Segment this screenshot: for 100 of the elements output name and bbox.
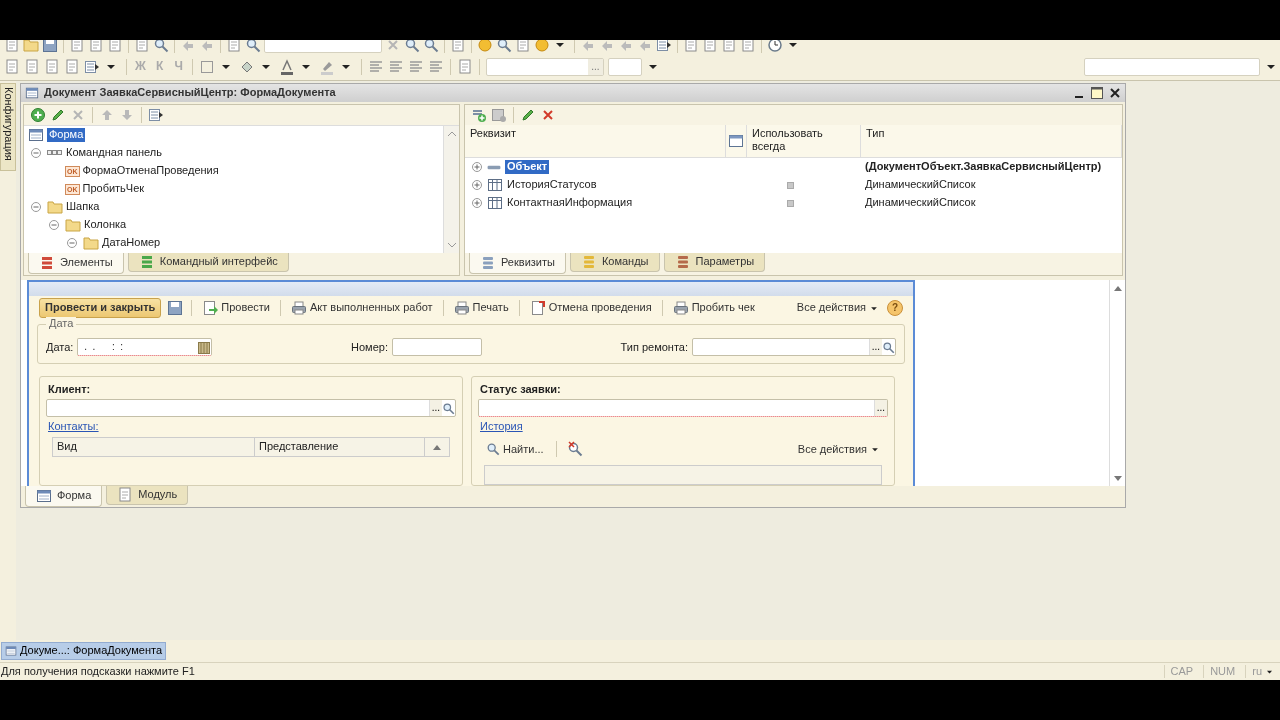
expand-icon[interactable]	[471, 161, 483, 173]
link[interactable]: История	[476, 420, 527, 434]
add-row-icon[interactable]	[471, 107, 487, 123]
page-icon[interactable]	[69, 40, 85, 53]
search-icon[interactable]	[423, 40, 439, 53]
collapse-icon[interactable]	[30, 201, 42, 213]
page-icon[interactable]	[721, 40, 737, 53]
list-icon[interactable]	[148, 107, 164, 123]
tab[interactable]: Модуль	[106, 486, 189, 505]
page-icon[interactable]	[450, 40, 466, 53]
input-field[interactable]: . . : :	[77, 338, 213, 357]
all-actions-button[interactable]: Все действия	[795, 442, 882, 456]
tree-item[interactable]: Форма	[47, 128, 86, 142]
tab[interactable]: Форма	[25, 486, 103, 507]
tree-item[interactable]: Командная панель	[66, 146, 162, 160]
align-icon[interactable]	[368, 58, 385, 75]
tab[interactable]: Реквизиты	[469, 253, 566, 274]
page-icon[interactable]	[457, 58, 474, 75]
column-header[interactable]: Реквизит	[465, 125, 726, 157]
search-icon[interactable]	[153, 40, 169, 53]
page-icon[interactable]	[702, 40, 718, 53]
align-icon[interactable]	[408, 58, 425, 75]
combo-field[interactable]	[264, 40, 382, 53]
page-icon[interactable]	[134, 40, 150, 53]
grid-icon[interactable]	[491, 107, 507, 123]
attribute-name[interactable]: Объект	[505, 160, 550, 174]
column-header[interactable]: Представление	[255, 438, 425, 457]
calendar-icon[interactable]	[197, 340, 212, 355]
collapse-icon[interactable]	[66, 237, 78, 249]
expand-icon[interactable]	[471, 179, 483, 191]
list-icon[interactable]	[84, 58, 100, 75]
select-button[interactable]: ...	[873, 400, 887, 417]
search-icon[interactable]	[442, 401, 455, 415]
attribute-name[interactable]: КонтактнаяИнформация	[507, 196, 633, 210]
tab[interactable]: Командный интерфейс	[127, 253, 289, 272]
align-icon[interactable]	[388, 58, 405, 75]
scrollbar[interactable]	[1109, 280, 1125, 486]
clock-icon[interactable]	[767, 40, 783, 53]
page-icon[interactable]	[4, 40, 20, 53]
more-button[interactable]: ...	[588, 58, 603, 75]
select-button[interactable]: ...	[868, 339, 882, 356]
search-icon[interactable]	[882, 340, 895, 354]
page-icon[interactable]	[88, 40, 104, 53]
scrollbar[interactable]	[443, 126, 459, 253]
all-actions-button[interactable]: Все действия	[794, 301, 881, 315]
collapse-icon[interactable]	[30, 147, 42, 159]
pencil-icon[interactable]	[50, 107, 66, 123]
tab[interactable]: Элементы	[28, 253, 124, 274]
page-icon[interactable]	[226, 40, 242, 53]
pencil-icon[interactable]	[520, 107, 536, 123]
input-field[interactable]: ...	[46, 399, 456, 418]
column-header[interactable]: Использовать всегда	[747, 125, 861, 157]
find-button[interactable]: Найти...	[484, 442, 546, 457]
search-icon[interactable]	[496, 40, 512, 53]
search-icon[interactable]	[404, 40, 420, 53]
list-icon[interactable]	[656, 40, 672, 53]
page-icon[interactable]	[740, 40, 756, 53]
tree-item[interactable]: ПробитьЧек	[82, 182, 145, 196]
color-bar-icon[interactable]	[279, 58, 296, 75]
close-icon[interactable]	[1109, 87, 1121, 99]
page-icon[interactable]	[44, 58, 60, 75]
command-button[interactable]: Пробить чек	[670, 299, 757, 316]
attribute-name[interactable]: ИсторияСтатусов	[507, 178, 597, 192]
command-button[interactable]: Провести	[200, 299, 272, 316]
post-and-close-button[interactable]: Провести и закрыть	[39, 298, 162, 318]
page-icon[interactable]	[515, 40, 531, 53]
font-field[interactable]: ...	[486, 57, 604, 76]
maximize-icon[interactable]	[1090, 86, 1104, 100]
collapse-icon[interactable]	[48, 219, 60, 231]
search-icon[interactable]	[245, 40, 261, 53]
page-icon[interactable]	[683, 40, 699, 53]
column-header[interactable]: Тип	[861, 125, 1122, 157]
page-icon[interactable]	[24, 58, 40, 75]
add-icon[interactable]	[30, 107, 46, 123]
column-header[interactable]: Вид	[53, 438, 255, 457]
align-icon[interactable]	[428, 58, 445, 75]
checkbox[interactable]	[786, 199, 794, 207]
help-button[interactable]: ?	[887, 299, 903, 316]
tree-item[interactable]: ФормаОтменаПроведения	[82, 164, 219, 178]
input-field[interactable]: ...	[478, 399, 888, 418]
side-panel-tab[interactable]: Конфигурация	[0, 83, 16, 171]
checkbox[interactable]	[786, 181, 794, 189]
tab[interactable]: Параметры	[663, 253, 766, 272]
tree-item[interactable]: Колонка	[84, 218, 127, 232]
expand-icon[interactable]	[471, 197, 483, 209]
clear-search-icon[interactable]	[566, 441, 583, 458]
tree-item[interactable]: ДатаНомер	[102, 236, 161, 250]
input-field[interactable]	[391, 338, 482, 357]
tab[interactable]: Команды	[569, 253, 660, 272]
command-button[interactable]: Печать	[451, 299, 511, 316]
column-icon[interactable]	[728, 133, 744, 149]
page-icon[interactable]	[4, 58, 20, 75]
input-field[interactable]: ...	[692, 338, 896, 357]
command-button[interactable]: Отмена проведения	[527, 299, 654, 316]
link[interactable]: Контакты:	[44, 420, 103, 434]
select-button[interactable]: ...	[428, 400, 442, 417]
taskbar-button[interactable]: Докуме...: ФормаДокумента	[1, 642, 167, 660]
tree-item[interactable]: Шапка	[66, 200, 100, 214]
size-field[interactable]	[607, 57, 642, 76]
page-icon[interactable]	[107, 40, 123, 53]
